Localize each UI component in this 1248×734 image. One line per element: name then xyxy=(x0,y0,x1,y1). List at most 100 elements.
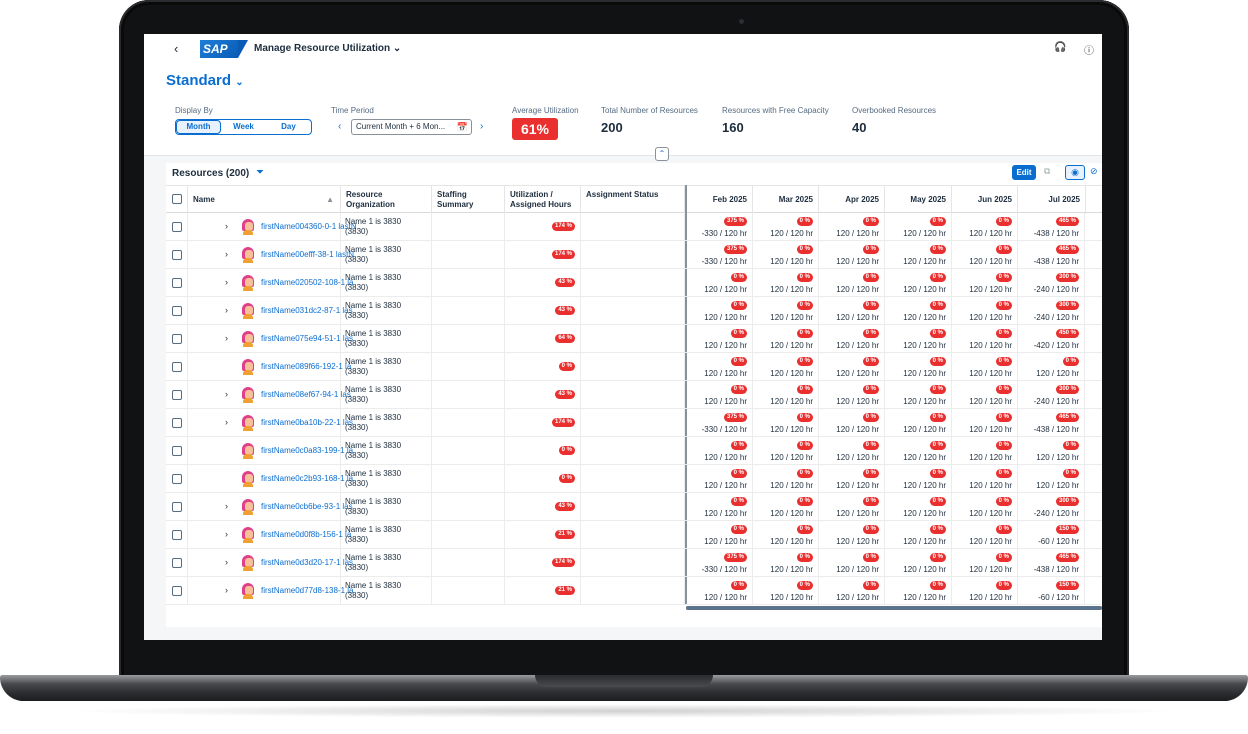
month-cell[interactable]: 300 % -240 / 120 hr xyxy=(1019,381,1085,409)
month-cell[interactable]: 0 % 120 / 120 hr xyxy=(886,465,952,493)
month-cell[interactable]: 0 % 120 / 120 hr xyxy=(753,577,819,605)
segment-week[interactable]: Week xyxy=(221,120,266,134)
col-jun-2025[interactable]: Jun 2025 xyxy=(952,186,1018,214)
month-cell[interactable]: 0 % 120 / 120 hr xyxy=(886,241,952,269)
month-cell[interactable]: 0 % 120 / 120 hr xyxy=(819,521,885,549)
row-checkbox[interactable] xyxy=(172,362,182,372)
month-cell[interactable]: 0 % 120 / 120 hr xyxy=(886,549,952,577)
row-checkbox[interactable] xyxy=(172,502,182,512)
month-cell[interactable]: 0 % 120 / 120 hr xyxy=(819,549,885,577)
col-staffing[interactable]: Staffing Summary xyxy=(432,186,505,214)
month-cell[interactable]: 0 % 120 / 120 hr xyxy=(886,353,952,381)
row-checkbox[interactable] xyxy=(172,530,182,540)
chevron-right-icon[interactable]: › xyxy=(480,121,483,132)
month-cell[interactable]: 0 % 120 / 120 hr xyxy=(886,269,952,297)
col-feb-2025[interactable]: Feb 2025 xyxy=(687,186,753,214)
row-checkbox[interactable] xyxy=(172,278,182,288)
row-checkbox[interactable] xyxy=(172,250,182,260)
expand-icon[interactable]: › xyxy=(225,529,228,539)
collapse-header-button[interactable]: ⌃ xyxy=(655,147,669,161)
month-cell[interactable]: 0 % 120 / 120 hr xyxy=(687,493,753,521)
month-cell[interactable]: 465 % -438 / 120 hr xyxy=(1019,549,1085,577)
month-cell[interactable]: 0 % 120 / 120 hr xyxy=(753,549,819,577)
expand-icon[interactable]: › xyxy=(225,333,228,343)
table-row[interactable]: › firstName08ef67-94-1 las Name 1 is 3830(… xyxy=(166,381,1102,409)
month-cell[interactable]: 0 % 120 / 120 hr xyxy=(753,437,819,465)
month-cell[interactable]: 0 % 120 / 120 hr xyxy=(952,297,1018,325)
month-cell[interactable]: 0 % 120 / 120 hr xyxy=(753,325,819,353)
month-cell[interactable]: 300 % -240 / 120 hr xyxy=(1019,269,1085,297)
col-util[interactable]: Utilization / Assigned Hours xyxy=(505,186,581,214)
col-jul-2025[interactable]: Jul 2025 xyxy=(1019,186,1086,214)
table-row[interactable]: › firstName00efff-38-1 lastN Name 1 is 383… xyxy=(166,241,1102,269)
month-cell[interactable]: 0 % 120 / 120 hr xyxy=(886,493,952,521)
hide-icon[interactable]: ⊘ xyxy=(1090,166,1098,177)
chevron-left-icon[interactable]: ‹ xyxy=(174,41,178,56)
month-cell[interactable]: 0 % 120 / 120 hr xyxy=(753,269,819,297)
month-cell[interactable]: 0 % 120 / 120 hr xyxy=(687,325,753,353)
sap-logo[interactable]: SAP xyxy=(200,40,248,58)
month-cell[interactable]: 150 % -60 / 120 hr xyxy=(1019,577,1085,605)
table-row[interactable]: › firstName0d77d8-138-1 la Name 1 is 3830(… xyxy=(166,577,1102,605)
expand-icon[interactable]: › xyxy=(225,389,228,399)
month-cell[interactable]: 0 % 120 / 120 hr xyxy=(753,409,819,437)
month-cell[interactable]: 150 % -60 / 120 hr xyxy=(1019,521,1085,549)
expand-icon[interactable]: › xyxy=(225,221,228,231)
table-row[interactable]: › firstName004360-0-1 lastN Name 1 is 3830… xyxy=(166,213,1102,241)
app-title[interactable]: Manage Resource Utilization ⌄ xyxy=(254,43,401,54)
month-cell[interactable]: 0 % 120 / 120 hr xyxy=(886,521,952,549)
month-cell[interactable]: 0 % 120 / 120 hr xyxy=(687,353,753,381)
month-cell[interactable]: 465 % -438 / 120 hr xyxy=(1019,409,1085,437)
table-row[interactable]: › firstName0d0f8b-156-1 la Name 1 is 3830(… xyxy=(166,521,1102,549)
expand-icon[interactable]: › xyxy=(225,277,228,287)
month-cell[interactable]: 0 % 120 / 120 hr xyxy=(687,577,753,605)
row-checkbox[interactable] xyxy=(172,558,182,568)
expand-icon[interactable]: › xyxy=(225,585,228,595)
expand-icon[interactable]: › xyxy=(225,417,228,427)
row-checkbox[interactable] xyxy=(172,418,182,428)
row-checkbox[interactable] xyxy=(172,390,182,400)
month-cell[interactable]: 0 % 120 / 120 hr xyxy=(952,577,1018,605)
month-cell[interactable]: 0 % 120 / 120 hr xyxy=(886,577,952,605)
month-cell[interactable]: 0 % 120 / 120 hr xyxy=(819,353,885,381)
row-checkbox[interactable] xyxy=(172,222,182,232)
month-cell[interactable]: 0 % 120 / 120 hr xyxy=(819,381,885,409)
month-cell[interactable]: 0 % 120 / 120 hr xyxy=(753,493,819,521)
month-cell[interactable]: 0 % 120 / 120 hr xyxy=(819,409,885,437)
col-name[interactable]: Name ▲ xyxy=(188,186,341,214)
edit-button[interactable]: Edit xyxy=(1012,165,1036,180)
help-icon[interactable]: ⓘ xyxy=(1084,42,1094,57)
col-org[interactable]: Resource Organization xyxy=(341,186,432,214)
month-cell[interactable]: 0 % 120 / 120 hr xyxy=(1019,465,1085,493)
month-cell[interactable]: 0 % 120 / 120 hr xyxy=(753,213,819,241)
month-cell[interactable]: 0 % 120 / 120 hr xyxy=(886,325,952,353)
month-cell[interactable]: 0 % 120 / 120 hr xyxy=(952,269,1018,297)
month-cell[interactable]: 375 % -330 / 120 hr xyxy=(687,549,753,577)
month-cell[interactable]: 0 % 120 / 120 hr xyxy=(753,297,819,325)
month-cell[interactable]: 0 % 120 / 120 hr xyxy=(952,521,1018,549)
month-cell[interactable]: 0 % 120 / 120 hr xyxy=(753,241,819,269)
sort-icon[interactable]: ▲ xyxy=(326,190,334,210)
row-checkbox[interactable] xyxy=(172,334,182,344)
table-row[interactable]: firstName0c2b93-168-1 la Name 1 is 3830 (3… xyxy=(166,465,1102,493)
select-all-checkbox[interactable] xyxy=(172,194,182,204)
month-cell[interactable]: 0 % 120 / 120 hr xyxy=(952,381,1018,409)
row-checkbox[interactable] xyxy=(172,446,182,456)
table-row[interactable]: firstName0c0a83-199-1 la Name 1 is 3830 (3… xyxy=(166,437,1102,465)
month-cell[interactable]: 0 % 120 / 120 hr xyxy=(819,493,885,521)
expand-icon[interactable]: › xyxy=(225,557,228,567)
month-cell[interactable]: 0 % 120 / 120 hr xyxy=(819,577,885,605)
table-row[interactable]: firstName089f66-192-1 la Name 1 is 3830 (3… xyxy=(166,353,1102,381)
month-cell[interactable]: 0 % 120 / 120 hr xyxy=(687,381,753,409)
expand-icon[interactable]: › xyxy=(225,305,228,315)
month-cell[interactable]: 0 % 120 / 120 hr xyxy=(952,465,1018,493)
month-cell[interactable]: 0 % 120 / 120 hr xyxy=(753,381,819,409)
month-cell[interactable]: 0 % 120 / 120 hr xyxy=(819,465,885,493)
table-row[interactable]: › firstName075e94-51-1 las Name 1 is 3830(… xyxy=(166,325,1102,353)
month-cell[interactable]: 0 % 120 / 120 hr xyxy=(952,325,1018,353)
show-icon[interactable]: ◉ xyxy=(1065,165,1085,180)
table-row[interactable]: › firstName0cb6be-93-1 las Name 1 is 3830(… xyxy=(166,493,1102,521)
segment-month[interactable]: Month xyxy=(176,120,221,134)
table-row[interactable]: › firstName031dc2-87-1 las Name 1 is 3830(… xyxy=(166,297,1102,325)
chevron-left-icon[interactable]: ‹ xyxy=(338,121,341,132)
